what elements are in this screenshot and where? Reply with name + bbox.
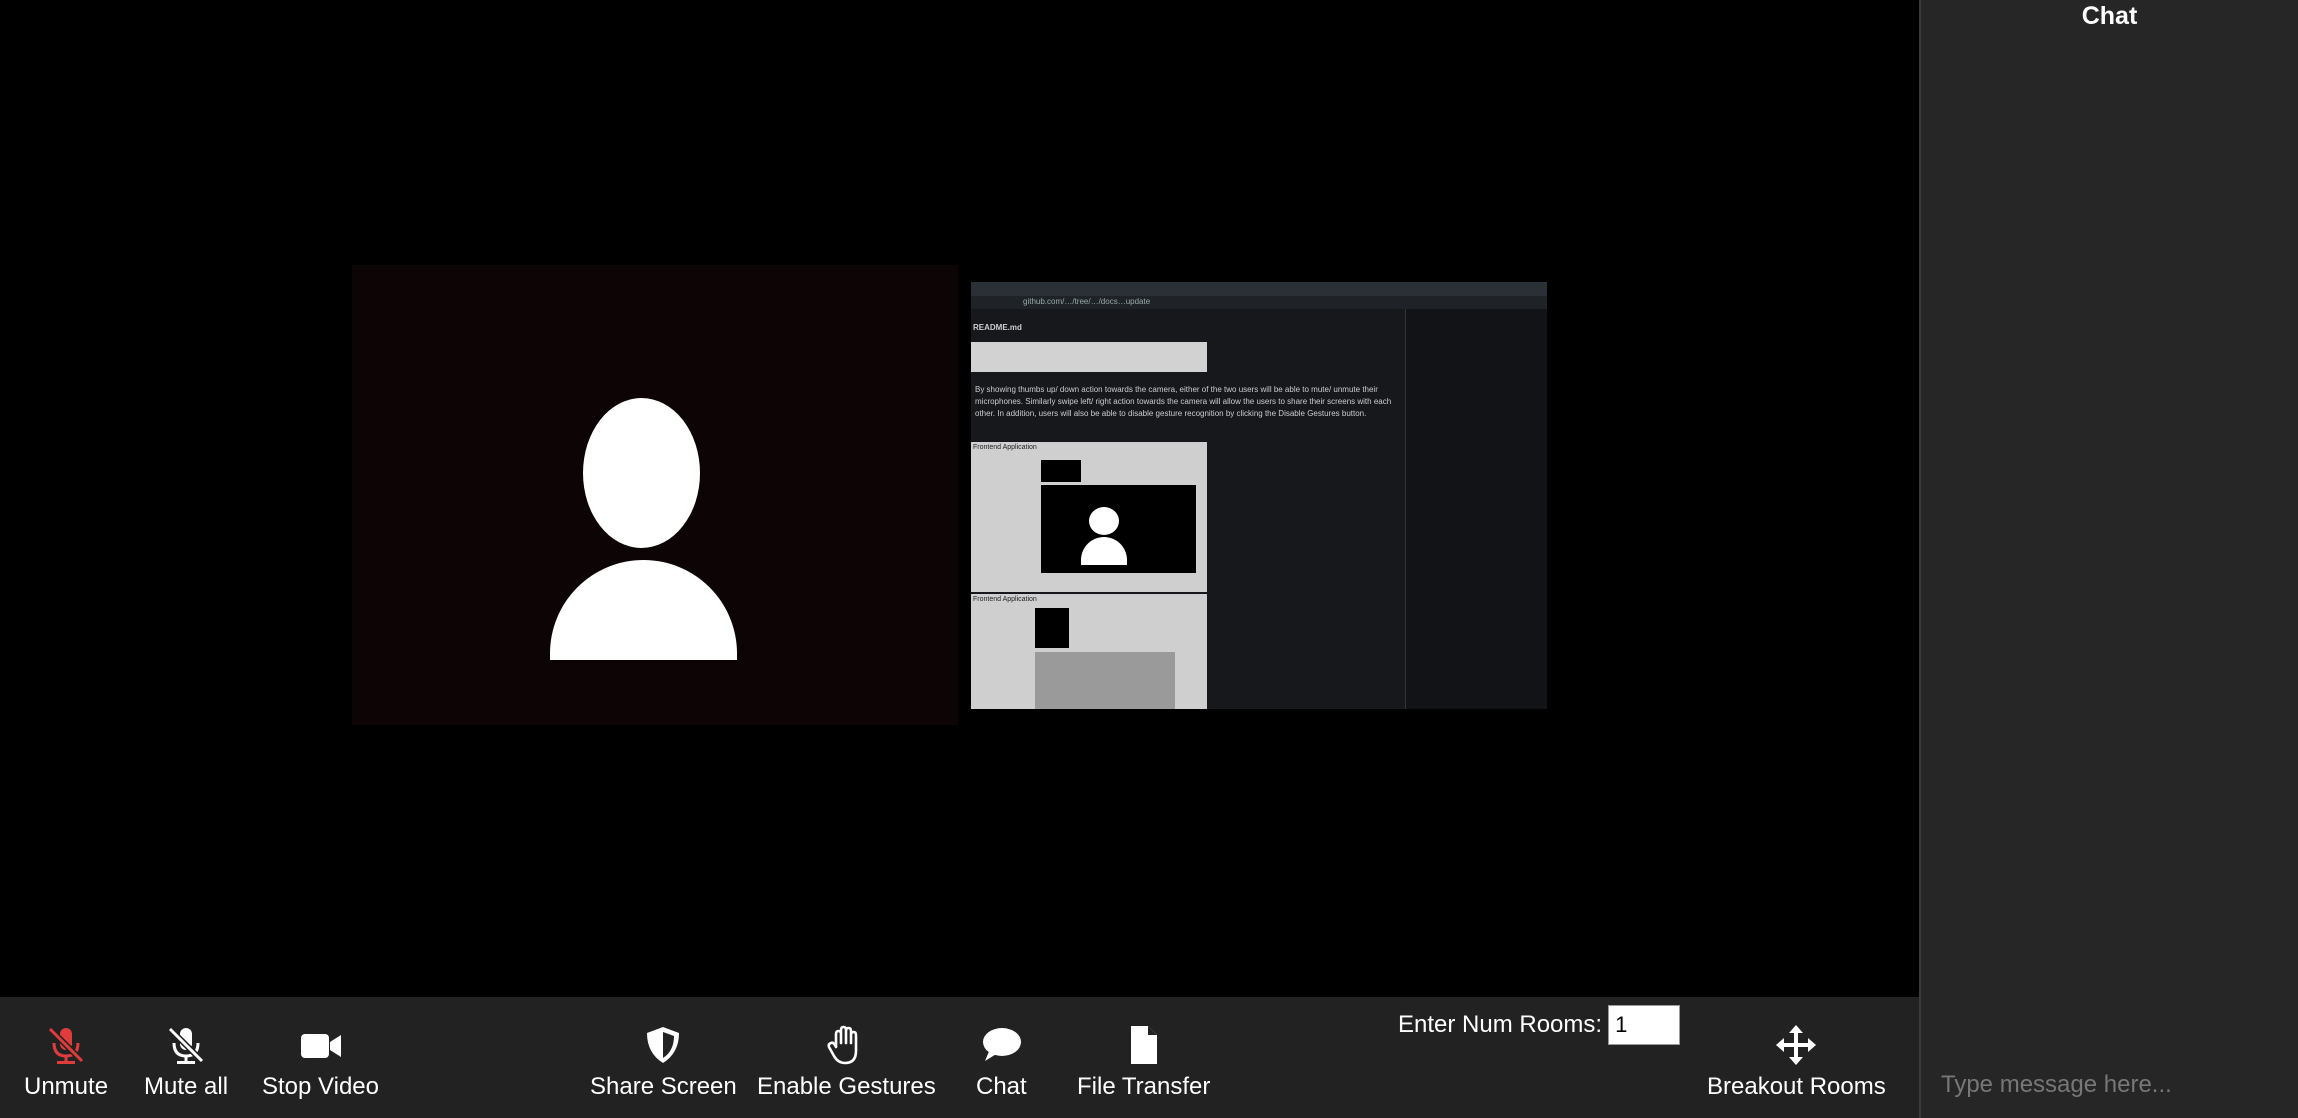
share-screen-label: Share Screen: [590, 1073, 737, 1100]
chat-title: Chat: [2081, 2, 2138, 30]
speech-bubble-icon: [983, 1028, 1022, 1061]
shared-paragraph: By showing thumbs up/ down action toward…: [975, 385, 1392, 418]
num-rooms-input[interactable]: [1608, 1005, 1681, 1045]
mute-all-button[interactable]: Mute all: [144, 1025, 228, 1101]
num-rooms-label: Enter Num Rooms:: [1398, 1011, 1603, 1038]
chat-panel: Chat: [1919, 0, 2298, 1118]
chat-button[interactable]: Chat: [976, 1025, 1027, 1101]
hand-icon: [827, 1025, 858, 1065]
unmute-button[interactable]: Unmute: [24, 1025, 108, 1101]
move-arrows-icon: [1776, 1025, 1817, 1065]
shared-image-block: [971, 342, 1207, 372]
shared-avatar-body: [1081, 537, 1127, 565]
avatar-body: [550, 560, 737, 660]
stop-video-button[interactable]: Stop Video: [262, 1025, 379, 1101]
shared-file-name: README.md: [973, 323, 1022, 332]
chat-label: Chat: [976, 1073, 1027, 1100]
file-transfer-label: File Transfer: [1077, 1073, 1211, 1100]
video-stage: github.com/…/tree/…/docs…update README.m…: [0, 0, 1919, 997]
shield-icon: [647, 1027, 680, 1063]
shared-video-box: [1035, 608, 1069, 648]
microphone-muted-icon: [47, 1026, 85, 1064]
unmute-label: Unmute: [24, 1073, 109, 1100]
shared-main-video: [1041, 485, 1196, 573]
video-camera-icon: [300, 1034, 341, 1058]
shared-browser-tabs: [971, 282, 1547, 296]
file-icon: [1130, 1026, 1157, 1064]
participant-video-tile: [352, 265, 958, 725]
shared-mini-video: [1041, 460, 1081, 482]
stop-video-label: Stop Video: [262, 1073, 379, 1100]
breakout-rooms-label: Breakout Rooms: [1707, 1073, 1886, 1100]
shared-app-label: Frontend Application: [973, 596, 1037, 603]
file-transfer-button[interactable]: File Transfer: [1077, 1025, 1210, 1101]
shared-nested-screen: [1035, 652, 1175, 709]
share-screen-button[interactable]: Share Screen: [590, 1025, 737, 1101]
shared-screenshot-2: Frontend Application: [971, 594, 1207, 709]
shared-screenshot-1: Frontend Application: [971, 442, 1207, 592]
shared-browser-urlbar: github.com/…/tree/…/docs…update: [971, 296, 1547, 309]
avatar-head: [583, 398, 700, 548]
shared-app-label: Frontend Application: [973, 444, 1037, 451]
enable-gestures-button[interactable]: Enable Gestures: [757, 1025, 936, 1101]
shared-page-sidebar: [1405, 309, 1547, 709]
shared-avatar-head: [1089, 507, 1119, 535]
mute-all-label: Mute all: [144, 1073, 229, 1100]
chat-message-input[interactable]: [1939, 1070, 2283, 1100]
num-rooms-control: Enter Num Rooms:: [1398, 1005, 1681, 1045]
enable-gestures-label: Enable Gestures: [757, 1073, 936, 1100]
breakout-rooms-button[interactable]: Breakout Rooms: [1707, 1025, 1886, 1101]
microphone-slash-icon: [167, 1026, 205, 1064]
shared-screen-tile: github.com/…/tree/…/docs…update README.m…: [971, 282, 1547, 709]
shared-url-text: github.com/…/tree/…/docs…update: [1023, 297, 1151, 306]
